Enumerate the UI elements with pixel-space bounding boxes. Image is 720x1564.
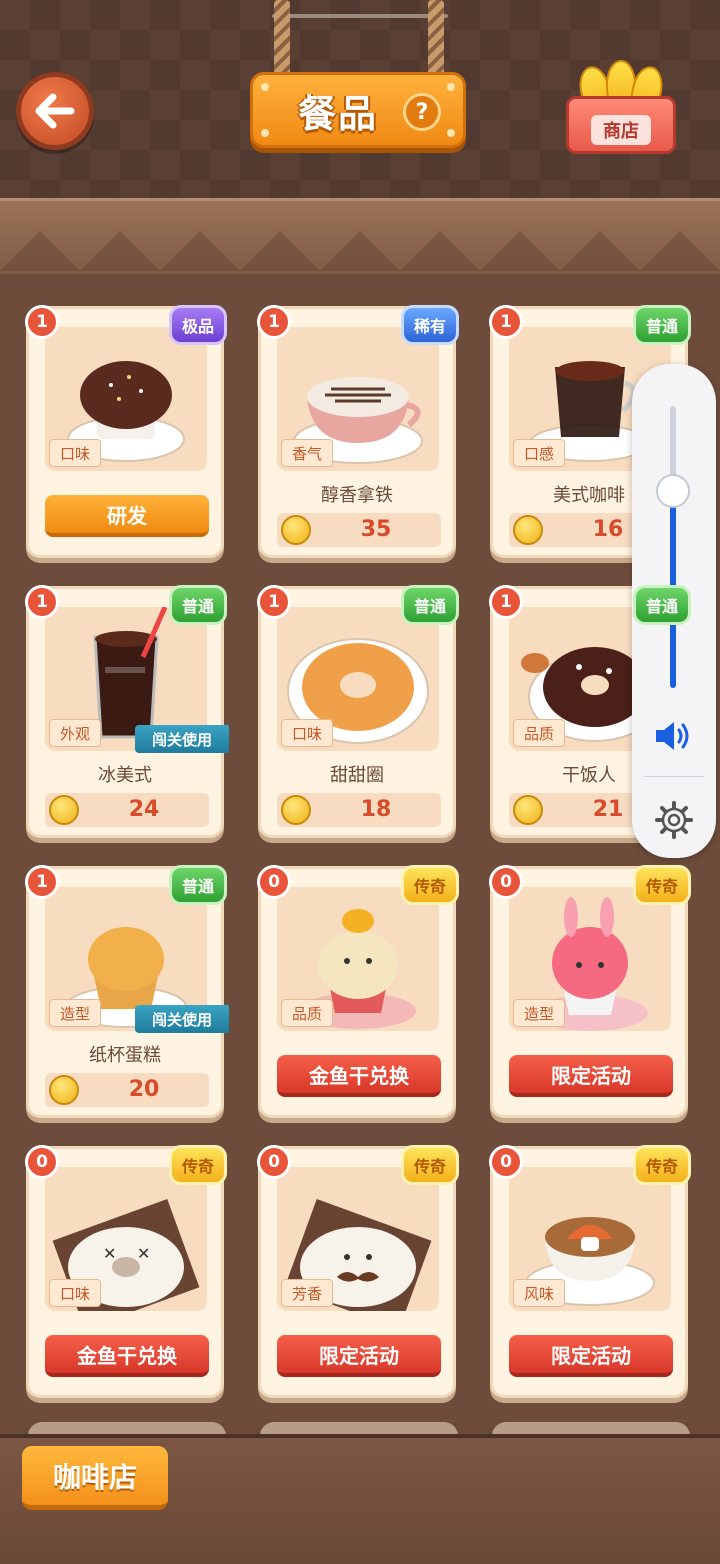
owned-count-badge: 1	[25, 305, 59, 339]
card-action-button[interactable]: 限定活动	[509, 1335, 673, 1377]
rarity-badge: 稀有	[401, 305, 459, 345]
volume-slider[interactable]	[670, 406, 676, 688]
back-button[interactable]	[16, 72, 94, 150]
food-card[interactable]: 0 传奇品质金鱼干兑换	[257, 865, 459, 1118]
settings-gear-icon[interactable]	[654, 800, 694, 840]
coin-icon	[281, 795, 311, 825]
trait-tag: 口味	[49, 1279, 101, 1307]
next-row-partial	[0, 1412, 720, 1442]
rarity-badge: 普通	[169, 865, 227, 905]
volume-divider	[644, 776, 704, 777]
trait-tag: 造型	[513, 999, 565, 1027]
trait-tag: 外观	[49, 719, 101, 747]
cafe-tab[interactable]: 咖啡店	[22, 1446, 168, 1510]
shop-label: 商店	[591, 115, 651, 145]
owned-count-badge: 1	[489, 305, 523, 339]
owned-count-badge: 1	[25, 865, 59, 899]
food-card[interactable]: 1 普通外观 闯关使用冰美式 24	[25, 585, 229, 838]
food-name: 甜甜圈	[330, 765, 384, 786]
notch-indicator	[272, 14, 448, 18]
rarity-badge: 传奇	[633, 865, 691, 905]
food-card[interactable]: 1 普通口味甜甜圈 18	[257, 585, 459, 838]
svg-text:✕: ✕	[103, 1244, 116, 1263]
price-bar: 24	[45, 793, 209, 827]
price-bar: 20	[45, 1073, 209, 1107]
price-value: 18	[360, 797, 392, 822]
rarity-badge: 普通	[401, 585, 459, 625]
help-button[interactable]: ?	[403, 93, 441, 131]
coin-icon	[513, 795, 543, 825]
trait-tag: 芳香	[281, 1279, 333, 1307]
rarity-badge: 传奇	[633, 1145, 691, 1185]
price-value: 20	[128, 1077, 160, 1102]
price-bar: 18	[277, 793, 441, 827]
owned-count-badge: 1	[489, 585, 523, 619]
coin-icon	[49, 1075, 79, 1105]
owned-count-badge: 1	[257, 305, 291, 339]
trait-tag: 品质	[281, 999, 333, 1027]
shelf-band	[0, 198, 720, 281]
rope-right	[428, 0, 444, 82]
rarity-badge: 传奇	[401, 1145, 459, 1185]
food-card[interactable]: 1 普通造型 闯关使用纸杯蛋糕 20	[25, 865, 229, 1118]
owned-count-badge: 1	[257, 585, 291, 619]
rarity-badge: 传奇	[169, 1145, 227, 1185]
rarity-badge: 普通	[633, 305, 691, 345]
trait-tag: 口味	[49, 439, 101, 467]
back-arrow-icon	[35, 93, 75, 129]
rope-left	[274, 0, 290, 82]
card-action-button[interactable]: 金鱼干兑换	[45, 1335, 209, 1377]
trait-tag: 品质	[513, 719, 565, 747]
food-card[interactable]: ✕ ✕ 0 传奇口味金鱼干兑换	[25, 1145, 227, 1398]
owned-count-badge: 0	[489, 1145, 523, 1179]
food-card[interactable]: 0 传奇芳香限定活动	[257, 1145, 459, 1398]
food-card[interactable]: 0 传奇风味限定活动	[489, 1145, 691, 1398]
owned-count-badge: 0	[25, 1145, 59, 1179]
food-card[interactable]: 0 传奇造型限定活动	[489, 865, 691, 1118]
card-action-button[interactable]: 限定活动	[509, 1055, 673, 1097]
shop-box: 商店	[566, 96, 676, 154]
food-name: 冰美式	[98, 765, 152, 786]
owned-count-badge: 0	[489, 865, 523, 899]
rarity-badge: 传奇	[401, 865, 459, 905]
trait-tag: 口感	[513, 439, 565, 467]
rarity-badge: 普通	[169, 585, 227, 625]
coin-icon	[281, 515, 311, 545]
food-name: 醇香拿铁	[321, 485, 393, 506]
trait-tag: 造型	[49, 999, 101, 1027]
shop-button[interactable]: 商店	[566, 60, 676, 156]
trait-tag: 香气	[281, 439, 333, 467]
coin-icon	[513, 515, 543, 545]
speaker-icon[interactable]	[652, 716, 696, 756]
level-use-ribbon: 闯关使用	[135, 1005, 229, 1033]
food-card[interactable]: 1 稀有香气醇香拿铁 35	[257, 305, 459, 558]
svg-text:✕: ✕	[137, 1244, 150, 1263]
card-action-button[interactable]: 限定活动	[277, 1335, 441, 1377]
rarity-badge: 普通	[633, 585, 691, 625]
price-value: 24	[128, 797, 160, 822]
food-card[interactable]: 1 极品口味研发	[25, 305, 227, 558]
owned-count-badge: 0	[257, 865, 291, 899]
volume-thumb[interactable]	[656, 473, 690, 508]
food-name: 纸杯蛋糕	[89, 1045, 161, 1066]
trait-tag: 口味	[281, 719, 333, 747]
owned-count-badge: 1	[25, 585, 59, 619]
trait-tag: 风味	[513, 1279, 565, 1307]
owned-count-badge: 0	[257, 1145, 291, 1179]
card-action-button[interactable]: 金鱼干兑换	[277, 1055, 441, 1097]
rarity-badge: 极品	[169, 305, 227, 345]
page-title: 餐品	[297, 91, 378, 136]
price-value: 35	[360, 517, 392, 542]
price-bar: 35	[277, 513, 441, 547]
card-action-button[interactable]: 研发	[45, 495, 209, 537]
title-board: 餐品 ?	[250, 72, 466, 148]
level-use-ribbon: 闯关使用	[135, 725, 229, 753]
coin-icon	[49, 795, 79, 825]
